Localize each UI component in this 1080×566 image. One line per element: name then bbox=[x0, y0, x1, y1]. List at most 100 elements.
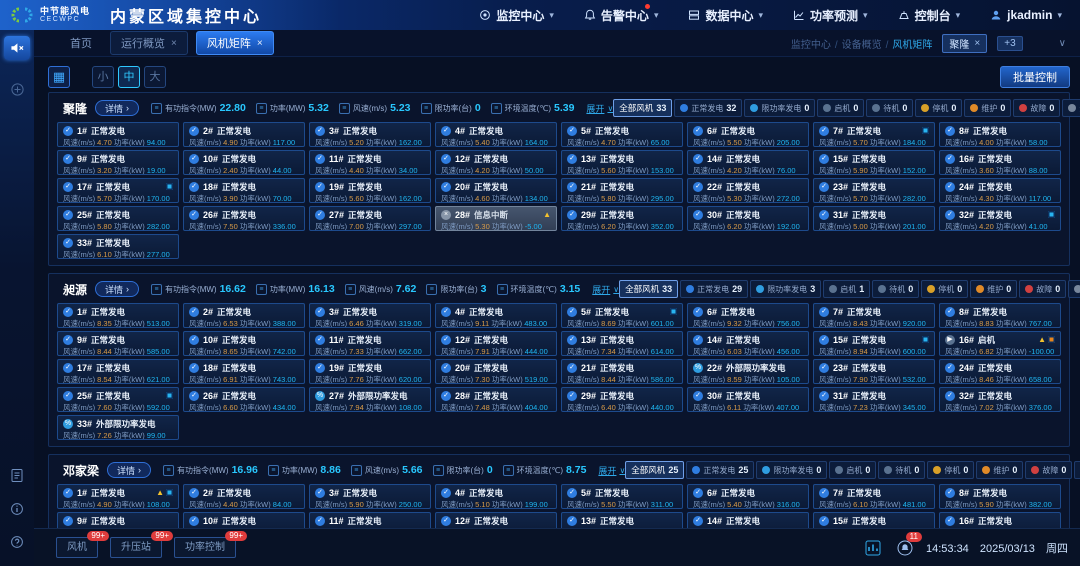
size-small-button[interactable]: 小 bbox=[92, 66, 114, 88]
turbine-card[interactable]: ✓ 4# 正常发电 风速(m/s) 5.10 功率(kW) 199.00 bbox=[435, 484, 557, 509]
batch-control-button[interactable]: 批量控制 bbox=[1000, 66, 1070, 88]
status-chip-standby[interactable]: 待机0 bbox=[878, 461, 925, 479]
status-chip-normal[interactable]: 正常发电25 bbox=[686, 461, 754, 479]
status-chip-comm[interactable]: 通讯中断1 bbox=[1062, 99, 1080, 117]
turbine-card[interactable]: ✓ 15# 正常发电 风速(m/s) 8.94 功率(kW) 600.00 bbox=[813, 331, 935, 356]
filter-dropdown-chevron-icon[interactable]: ∨ bbox=[1059, 38, 1066, 49]
breadcrumb-item[interactable]: 监控中心 bbox=[791, 40, 831, 51]
alarm-bell-button[interactable]: 11 bbox=[894, 537, 916, 559]
status-chip-fault[interactable]: 故障0 bbox=[1019, 280, 1066, 298]
status-chip-standby[interactable]: 待机0 bbox=[866, 99, 913, 117]
turbine-card[interactable]: ✓ 30# 正常发电 风速(m/s) 6.20 功率(kW) 192.00 bbox=[687, 206, 809, 231]
status-chip-normal[interactable]: 正常发电29 bbox=[680, 280, 748, 298]
status-chip-fault[interactable]: 故障0 bbox=[1025, 461, 1072, 479]
turbine-card[interactable]: ✓ 32# 正常发电 风速(m/s) 4.20 功率(kW) 41.00 bbox=[939, 206, 1061, 231]
turbine-card[interactable]: ✓ 9# 正常发电 风速(m/s) 功率(kW) bbox=[57, 512, 179, 528]
menu-alarm[interactable]: 告警中心▾ bbox=[584, 7, 659, 24]
target-icon[interactable] bbox=[10, 82, 25, 102]
turbine-card[interactable]: ✓ 11# 正常发电 风速(m/s) 功率(kW) bbox=[309, 512, 431, 528]
turbine-card[interactable]: ✓ 8# 正常发电 风速(m/s) 8.83 功率(kW) 767.00 bbox=[939, 303, 1061, 328]
turbine-card[interactable]: ✓ 6# 正常发电 风速(m/s) 5.40 功率(kW) 316.00 bbox=[687, 484, 809, 509]
status-chip-limited[interactable]: 限功率发电3 bbox=[750, 280, 821, 298]
turbine-card[interactable]: % 22# 外部限功率发电 风速(m/s) 8.59 功率(kW) 105.00 bbox=[687, 359, 809, 384]
turbine-card[interactable]: ✓ 2# 正常发电 风速(m/s) 4.40 功率(kW) 84.00 bbox=[183, 484, 305, 509]
mute-speaker-button[interactable] bbox=[4, 36, 30, 60]
turbine-card[interactable]: ✓ 21# 正常发电 风速(m/s) 5.80 功率(kW) 295.00 bbox=[561, 178, 683, 203]
turbine-card[interactable]: ✓ 24# 正常发电 风速(m/s) 4.30 功率(kW) 117.00 bbox=[939, 178, 1061, 203]
turbine-card[interactable]: ✓ 4# 正常发电 风速(m/s) 9.11 功率(kW) 483.00 bbox=[435, 303, 557, 328]
turbine-card[interactable]: ✓ 31# 正常发电 风速(m/s) 5.00 功率(kW) 201.00 bbox=[813, 206, 935, 231]
turbine-card[interactable]: ✓ 25# 正常发电 风速(m/s) 7.60 功率(kW) 592.00 bbox=[57, 387, 179, 412]
turbine-card[interactable]: ✓ 5# 正常发电 风速(m/s) 5.50 功率(kW) 311.00 bbox=[561, 484, 683, 509]
turbine-card[interactable]: ✓ 13# 正常发电 风速(m/s) 功率(kW) bbox=[561, 512, 683, 528]
turbine-card[interactable]: % 33# 外部限功率发电 风速(m/s) 7.26 功率(kW) 99.00 bbox=[57, 415, 179, 440]
status-chip-all[interactable]: 全部风机33 bbox=[619, 280, 678, 298]
turbine-card[interactable]: ✓ 29# 正常发电 风速(m/s) 6.20 功率(kW) 352.00 bbox=[561, 206, 683, 231]
turbine-card[interactable]: ✓ 14# 正常发电 风速(m/s) 功率(kW) bbox=[687, 512, 809, 528]
turbine-card[interactable]: ✓ 6# 正常发电 风速(m/s) 5.50 功率(kW) 205.00 bbox=[687, 122, 809, 147]
turbine-card[interactable]: ✓ 3# 正常发电 风速(m/s) 5.90 功率(kW) 250.00 bbox=[309, 484, 431, 509]
turbine-card[interactable]: ✓ 14# 正常发电 风速(m/s) 4.20 功率(kW) 76.00 bbox=[687, 150, 809, 175]
turbine-card[interactable]: ✓ 7# 正常发电 风速(m/s) 5.70 功率(kW) 184.00 bbox=[813, 122, 935, 147]
status-chip-comm[interactable]: 通讯中断0 bbox=[1068, 280, 1080, 298]
turbine-card[interactable]: ✓ 24# 正常发电 风速(m/s) 8.46 功率(kW) 658.00 bbox=[939, 359, 1061, 384]
menu-monitoring[interactable]: 监控中心▾ bbox=[479, 7, 554, 24]
turbine-card[interactable]: ▶ 16# 启机 ▲ 风速(m/s) 6.82 功率(kW) -100.00 bbox=[939, 331, 1061, 356]
turbine-card[interactable]: ✓ 19# 正常发电 风速(m/s) 7.76 功率(kW) 620.00 bbox=[309, 359, 431, 384]
status-chip-maintain[interactable]: 维护0 bbox=[970, 280, 1017, 298]
farm-expand-toggle[interactable]: 展开∨ bbox=[586, 102, 613, 115]
farm-detail-button[interactable]: 详情› bbox=[95, 100, 139, 116]
report-tool-icon[interactable] bbox=[862, 537, 884, 559]
document-icon[interactable] bbox=[10, 468, 24, 488]
turbine-card[interactable]: ✓ 14# 正常发电 风速(m/s) 6.03 功率(kW) 456.00 bbox=[687, 331, 809, 356]
menu-power-forecast[interactable]: 功率预测▾ bbox=[793, 7, 868, 24]
turbine-card[interactable]: × 28# 信息中断 ▲ 风速(m/s) 5.30 功率(kW) -5.00 bbox=[435, 206, 557, 231]
turbine-card[interactable]: ✓ 20# 正常发电 风速(m/s) 7.30 功率(kW) 519.00 bbox=[435, 359, 557, 384]
turbine-card[interactable]: ✓ 6# 正常发电 风速(m/s) 9.32 功率(kW) 756.00 bbox=[687, 303, 809, 328]
status-chip-stop[interactable]: 停机0 bbox=[915, 99, 962, 117]
turbine-card[interactable]: ✓ 15# 正常发电 风速(m/s) 功率(kW) bbox=[813, 512, 935, 528]
turbine-card[interactable]: ✓ 2# 正常发电 风速(m/s) 4.90 功率(kW) 117.00 bbox=[183, 122, 305, 147]
grid-view-icon[interactable]: ▦ bbox=[48, 66, 70, 88]
status-chip-stop[interactable]: 停机0 bbox=[927, 461, 974, 479]
status-chip-start[interactable]: 启机0 bbox=[829, 461, 876, 479]
turbine-card[interactable]: ✓ 11# 正常发电 风速(m/s) 7.33 功率(kW) 662.00 bbox=[309, 331, 431, 356]
status-chip-stop[interactable]: 停机0 bbox=[921, 280, 968, 298]
status-chip-comm[interactable]: 通讯中断0 bbox=[1074, 461, 1080, 479]
turbine-card[interactable]: ✓ 9# 正常发电 风速(m/s) 3.20 功率(kW) 19.00 bbox=[57, 150, 179, 175]
turbine-card[interactable]: ✓ 26# 正常发电 风速(m/s) 7.50 功率(kW) 336.00 bbox=[183, 206, 305, 231]
status-chip-all[interactable]: 全部风机25 bbox=[625, 461, 684, 479]
size-medium-button[interactable]: 中 bbox=[118, 66, 140, 88]
turbine-card[interactable]: ✓ 8# 正常发电 风速(m/s) 4.00 功率(kW) 58.00 bbox=[939, 122, 1061, 147]
status-chip-limited[interactable]: 限功率发电0 bbox=[744, 99, 815, 117]
turbine-card[interactable]: ✓ 30# 正常发电 风速(m/s) 6.11 功率(kW) 407.00 bbox=[687, 387, 809, 412]
status-chip-limited[interactable]: 限功率发电0 bbox=[756, 461, 827, 479]
farm-filter-tag[interactable]: 聚隆× bbox=[942, 34, 987, 53]
bottom-tab[interactable]: 功率控制99+ bbox=[174, 537, 236, 558]
status-chip-all[interactable]: 全部风机33 bbox=[613, 99, 672, 117]
turbine-card[interactable]: ✓ 4# 正常发电 风速(m/s) 5.40 功率(kW) 164.00 bbox=[435, 122, 557, 147]
breadcrumb-item[interactable]: 设备概览 bbox=[842, 40, 882, 51]
turbine-card[interactable]: ✓ 17# 正常发电 风速(m/s) 8.54 功率(kW) 621.00 bbox=[57, 359, 179, 384]
turbine-card[interactable]: ✓ 7# 正常发电 风速(m/s) 6.10 功率(kW) 481.00 bbox=[813, 484, 935, 509]
turbine-card[interactable]: ✓ 21# 正常发电 风速(m/s) 8.44 功率(kW) 586.00 bbox=[561, 359, 683, 384]
turbine-card[interactable]: ✓ 33# 正常发电 风速(m/s) 6.10 功率(kW) 277.00 bbox=[57, 234, 179, 259]
turbine-card[interactable]: ✓ 11# 正常发电 风速(m/s) 4.40 功率(kW) 34.00 bbox=[309, 150, 431, 175]
turbine-card[interactable]: ✓ 3# 正常发电 风速(m/s) 5.20 功率(kW) 162.00 bbox=[309, 122, 431, 147]
turbine-card[interactable]: ✓ 25# 正常发电 风速(m/s) 5.80 功率(kW) 282.00 bbox=[57, 206, 179, 231]
farm-expand-toggle[interactable]: 展开∨ bbox=[592, 283, 619, 296]
turbine-card[interactable]: ✓ 26# 正常发电 风速(m/s) 6.60 功率(kW) 434.00 bbox=[183, 387, 305, 412]
turbine-card[interactable]: ✓ 7# 正常发电 风速(m/s) 8.43 功率(kW) 920.00 bbox=[813, 303, 935, 328]
turbine-card[interactable]: ✓ 10# 正常发电 风速(m/s) 2.40 功率(kW) 44.00 bbox=[183, 150, 305, 175]
turbine-card[interactable]: ✓ 12# 正常发电 风速(m/s) 4.20 功率(kW) 50.00 bbox=[435, 150, 557, 175]
close-icon[interactable]: × bbox=[257, 38, 263, 49]
turbine-card[interactable]: ✓ 18# 正常发电 风速(m/s) 6.91 功率(kW) 743.00 bbox=[183, 359, 305, 384]
status-chip-start[interactable]: 启机0 bbox=[817, 99, 864, 117]
size-large-button[interactable]: 大 bbox=[144, 66, 166, 88]
status-chip-maintain[interactable]: 维护0 bbox=[976, 461, 1023, 479]
turbine-card[interactable]: ✓ 1# 正常发电 ▲ 风速(m/s) 4.90 功率(kW) 108.00 bbox=[57, 484, 179, 509]
turbine-card[interactable]: ✓ 3# 正常发电 风速(m/s) 6.46 功率(kW) 319.00 bbox=[309, 303, 431, 328]
tab-turbine-matrix[interactable]: 风机矩阵× bbox=[196, 31, 274, 55]
turbine-card[interactable]: ✓ 23# 正常发电 风速(m/s) 7.90 功率(kW) 532.00 bbox=[813, 359, 935, 384]
turbine-card[interactable]: % 27# 外部限功率发电 风速(m/s) 7.94 功率(kW) 108.00 bbox=[309, 387, 431, 412]
